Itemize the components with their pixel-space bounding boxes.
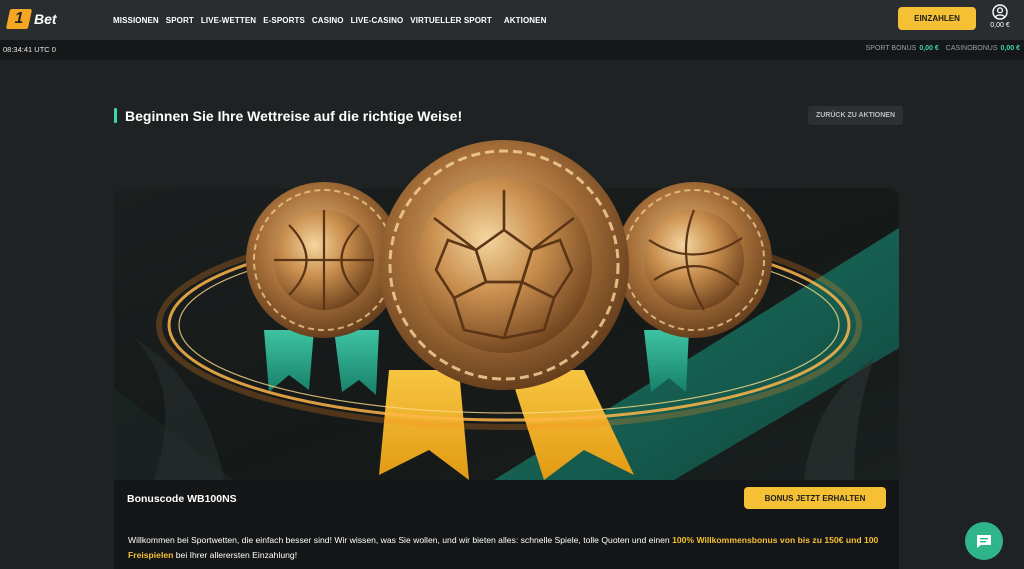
utc-clock: 08:34:41 UTC 0 (3, 45, 56, 54)
status-bar: 08:34:41 UTC 0 SPORT BONUS 0,00 € CASINO… (0, 40, 1024, 60)
deposit-button[interactable]: EINZAHLEN (898, 7, 976, 30)
sport-bonus-value: 0,00 € (919, 45, 939, 52)
casino-bonus-label: CASINOBONUS (945, 45, 998, 52)
main-nav: MISSIONEN SPORT LIVE-WETTEN E-SPORTS CAS… (113, 0, 553, 40)
nav-item-aktionen[interactable]: AKTIONEN (504, 16, 547, 25)
page-header: Beginnen Sie Ihre Wettreise auf die rich… (114, 106, 904, 126)
nav-item-virtueller-sport[interactable]: VIRTUELLER SPORT (410, 16, 492, 25)
chat-icon (977, 535, 991, 548)
user-circle-icon (992, 4, 1008, 20)
page-title: Beginnen Sie Ihre Wettreise auf die rich… (125, 108, 463, 124)
promo-banner (114, 188, 899, 480)
bonus-balances: SPORT BONUS 0,00 € CASINOBONUS 0,00 € (866, 45, 1020, 52)
nav-item-missionen[interactable]: MISSIONEN (113, 16, 159, 25)
nav-item-casino[interactable]: CASINO (312, 16, 344, 25)
account-balance: 0,00 € (990, 22, 1010, 29)
logo[interactable]: 1 Bet (5, 8, 57, 30)
sport-bonus-label: SPORT BONUS (865, 45, 917, 52)
casino-bonus-value: 0,00 € (1000, 45, 1020, 52)
title-accent-bar (114, 108, 117, 123)
get-bonus-button[interactable]: BONUS JETZT ERHALTEN (744, 487, 886, 509)
nav-item-live-wetten[interactable]: LIVE-WETTEN (201, 16, 256, 25)
back-to-promotions-button[interactable]: ZURÜCK ZU AKTIONEN (808, 106, 903, 125)
bonus-code: Bonuscode WB100NS (127, 493, 237, 505)
desc-text-1: Willkommen bei Sportwetten, die einfach … (128, 535, 673, 545)
top-navigation-bar: 1 Bet MISSIONEN SPORT LIVE-WETTEN E-SPOR… (0, 0, 1024, 40)
logo-text: Bet (34, 11, 57, 27)
nav-item-live-casino[interactable]: LIVE-CASINO (351, 16, 404, 25)
account-menu[interactable]: 0,00 € (986, 4, 1014, 34)
nav-item-sport[interactable]: SPORT (166, 16, 194, 25)
promo-description: Willkommen bei Sportwetten, die einfach … (128, 533, 888, 563)
nav-item-e-sports[interactable]: E-SPORTS (263, 16, 305, 25)
logo-mark: 1 (5, 9, 33, 29)
desc-text-2: bei Ihrer allerersten Einzahlung! (173, 550, 298, 560)
live-chat-button[interactable] (965, 522, 1003, 560)
banner-background (114, 228, 899, 480)
promo-details: Bonuscode WB100NS BONUS JETZT ERHALTEN W… (114, 480, 899, 569)
